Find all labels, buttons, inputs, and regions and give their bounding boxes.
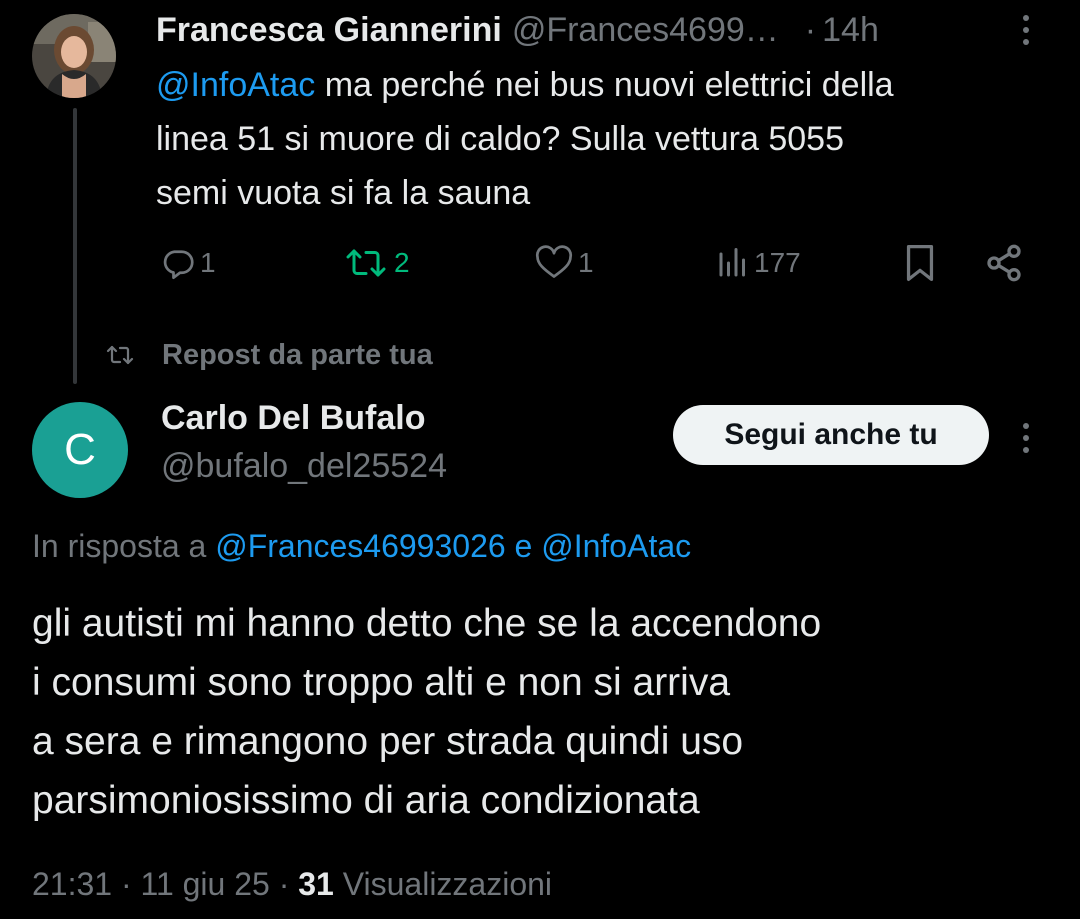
more-options-icon[interactable] <box>1021 15 1031 45</box>
tweet-header: Francesca Giannerini @Frances4699… · 14h <box>156 8 879 52</box>
author-avatar[interactable] <box>32 14 116 98</box>
repost-label-text[interactable]: Repost da parte tua <box>162 339 433 372</box>
author-avatar-c[interactable]: C <box>32 402 128 498</box>
author-name[interactable]: Francesca Giannerini <box>156 11 502 50</box>
meta-separator: · <box>269 866 299 902</box>
repost-small-icon <box>106 345 134 365</box>
reply-button[interactable]: 1 <box>160 240 216 286</box>
bookmark-icon <box>906 245 934 281</box>
thread-line <box>73 108 77 384</box>
repost-button[interactable]: 2 <box>342 240 410 286</box>
reply-context: In risposta a @Frances46993026 e @InfoAt… <box>32 522 691 570</box>
repost-count: 2 <box>394 247 410 278</box>
like-count: 1 <box>578 247 594 278</box>
reply-tweet-text: gli autisti mi hanno detto che se la acc… <box>32 602 822 822</box>
tweet-time-separator: · <box>804 10 817 49</box>
reply-mention-link[interactable]: @InfoAtac <box>541 528 691 564</box>
more-options-icon[interactable] <box>1021 423 1031 453</box>
reply-author-handle[interactable]: @bufalo_del25524 <box>161 444 447 488</box>
tweet-date[interactable]: 11 giu 25 <box>141 866 270 902</box>
views-count: 177 <box>754 247 801 278</box>
reply-mention-link[interactable]: @Frances46993026 <box>215 528 505 564</box>
repost-icon <box>346 249 386 277</box>
views-button[interactable]: 177 <box>716 240 801 286</box>
tweet-text: @InfoAtac ma perché nei bus nuovi elettr… <box>156 58 1056 220</box>
views-label[interactable]: Visualizzazioni <box>343 866 552 902</box>
reply-icon <box>163 250 194 280</box>
author-handle[interactable]: @Frances4699… <box>512 11 779 50</box>
share-icon <box>987 244 1021 282</box>
reply-author-name[interactable]: Carlo Del Bufalo <box>161 396 425 440</box>
bookmark-button[interactable] <box>902 240 938 286</box>
tweet-time[interactable]: 21:31 <box>32 866 112 902</box>
repost-indicator: Repost da parte tua <box>104 332 433 378</box>
share-button[interactable] <box>984 240 1024 286</box>
tweet-metadata: 21:31 · 11 giu 25 · 31 Visualizzazioni <box>32 860 552 908</box>
mention-link[interactable]: @InfoAtac <box>156 66 315 104</box>
meta-separator: · <box>112 866 141 902</box>
reply-prefix: In risposta a <box>32 528 216 564</box>
reply-joiner: e <box>505 528 542 564</box>
views-count[interactable]: 31 <box>298 866 334 902</box>
heart-icon <box>535 245 573 278</box>
views-icon <box>719 248 745 277</box>
like-button[interactable]: 1 <box>534 240 594 286</box>
reply-count: 1 <box>200 247 216 278</box>
tweet-time[interactable]: 14h <box>822 11 879 50</box>
follow-back-button[interactable]: Segui anche tu <box>673 405 989 465</box>
